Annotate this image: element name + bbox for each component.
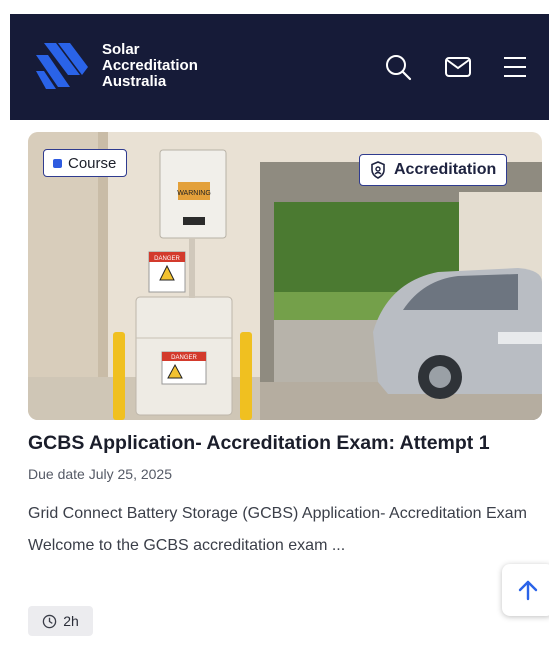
danger-sign-text-1: DANGER: [154, 256, 180, 262]
danger-sign-text-2: DANGER: [171, 355, 197, 361]
logo-line-1: Solar: [102, 41, 140, 58]
scroll-to-top-button[interactable]: [502, 564, 549, 616]
accreditation-badge-label: Accreditation: [394, 161, 497, 178]
duration-badge: 2h: [28, 606, 93, 636]
duration-label: 2h: [63, 613, 79, 629]
menu-icon[interactable]: [500, 52, 530, 82]
logo-icon[interactable]: [36, 41, 88, 91]
warning-sign-text: WARNING: [177, 190, 211, 197]
shield-icon: [371, 161, 385, 179]
accreditation-badge: Accreditation: [359, 154, 508, 186]
mail-icon[interactable]: [443, 52, 473, 82]
course-badge-square-icon: [53, 158, 62, 168]
logo-line-3: Australia: [102, 73, 167, 90]
status-strip: [0, 0, 549, 14]
clock-icon: [42, 614, 57, 628]
search-icon[interactable]: [383, 52, 413, 82]
due-date: Due date July 25, 2025: [28, 466, 172, 482]
arrow-up-icon: [518, 580, 538, 601]
logo-line-2: Accreditation: [102, 57, 198, 74]
course-badge-label: Course: [68, 154, 117, 172]
course-title[interactable]: GCBS Application- Accreditation Exam: At…: [28, 432, 543, 455]
course-badge: Course: [43, 149, 128, 177]
course-description: Grid Connect Battery Storage (GCBS) Appl…: [28, 505, 527, 554]
logo-text[interactable]: Solar Accreditation Australia: [102, 42, 198, 90]
site-header: Solar Accreditation Australia: [10, 14, 549, 120]
